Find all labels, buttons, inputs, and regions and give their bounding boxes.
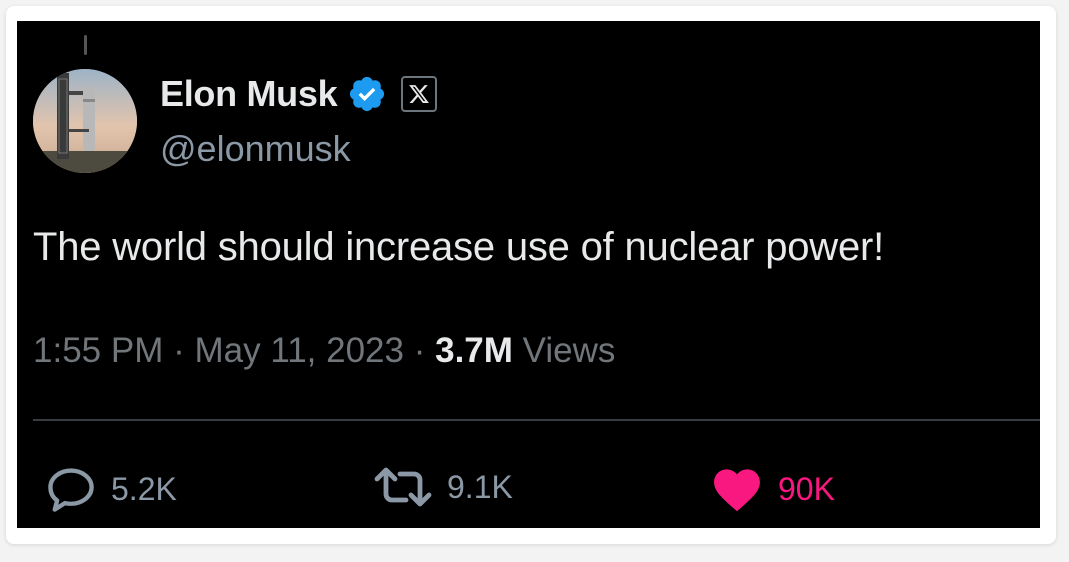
verified-badge-icon [350,76,385,112]
tweet-text: The world should increase use of nuclear… [33,225,885,269]
views-label: Views [522,331,616,370]
views-count: 3.7M [435,331,513,370]
reply-count: 5.2K [111,470,177,507]
tweet-time[interactable]: 1:55 PM [33,331,163,370]
tweet-date[interactable]: May 11, 2023 [194,331,404,370]
like-count: 90K [778,470,835,507]
author-handle[interactable]: @elonmusk [160,128,351,170]
like-button[interactable]: 90K [710,465,835,513]
tweet-card[interactable]: Elon Musk @elonmusk The world should inc… [17,21,1040,528]
meta-separator: · [173,331,185,370]
author-display-name[interactable]: Elon Musk [160,73,338,115]
x-affiliate-badge[interactable] [401,76,438,112]
repost-icon [374,467,432,507]
name-row: Elon Musk [160,73,438,115]
heart-icon [714,469,760,512]
meta-separator: · [413,331,426,370]
repost-count: 9.1K [447,468,513,505]
repost-button[interactable]: 9.1K [373,465,513,509]
reply-button[interactable]: 5.2K [45,465,177,513]
reply-icon [48,468,94,512]
x-logo-icon [409,85,430,103]
tweet-meta: 1:55 PM · May 11, 2023 · 3.7M Views [33,331,615,371]
thread-line [84,35,87,55]
avatar[interactable] [33,69,137,173]
divider [33,419,1040,421]
starship-tower-avatar-icon [33,69,137,173]
